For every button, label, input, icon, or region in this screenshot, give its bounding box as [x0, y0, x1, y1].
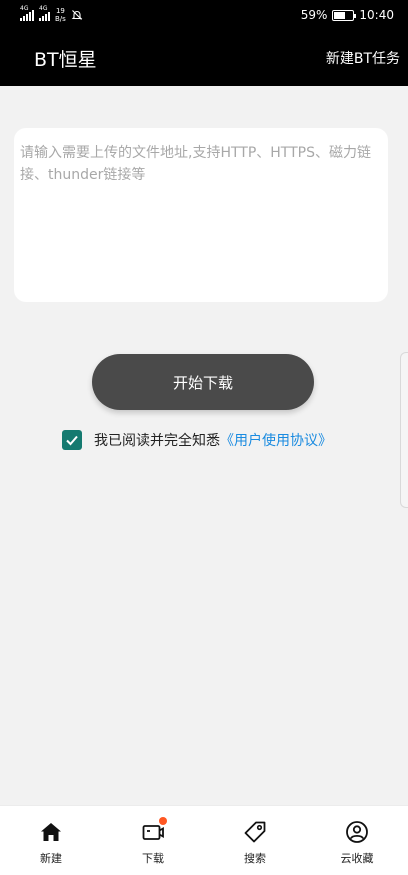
home-icon [39, 820, 63, 844]
user-circle-icon [345, 820, 369, 844]
tag-icon [243, 820, 267, 844]
net-speed-value: 19 [55, 7, 65, 15]
url-input-card [14, 128, 388, 302]
url-input[interactable] [20, 142, 382, 292]
nav-label-download: 下载 [142, 852, 164, 865]
net-speed: 19 B/s [55, 7, 66, 23]
nav-label-cloud-favorites: 云收藏 [340, 852, 374, 865]
nav-label-new: 新建 [40, 852, 62, 865]
notification-badge [159, 817, 167, 825]
nav-item-new[interactable]: 新建 [0, 806, 102, 875]
status-right: 59% 10:40 [301, 8, 394, 22]
new-bt-task-button[interactable]: 新建BT任务 [326, 48, 400, 68]
nav-item-search[interactable]: 搜索 [204, 806, 306, 875]
status-left: 4G 4G 19 B/s [20, 5, 83, 23]
app-bar: BT恒星 新建BT任务 [0, 30, 408, 86]
user-agreement-link[interactable]: 《用户使用协议》 [220, 433, 332, 449]
nav-item-download[interactable]: 下载 [102, 806, 204, 875]
battery-icon [332, 9, 357, 21]
battery-percent: 59% [300, 8, 328, 22]
bottom-nav: 新建 下载 搜索 云收藏 [0, 805, 408, 875]
checkmark-icon [66, 435, 78, 446]
nav-label-search: 搜索 [244, 852, 266, 865]
nav-item-cloud-favorites[interactable]: 云收藏 [306, 806, 408, 875]
page-title: BT恒星 [34, 48, 97, 71]
net-speed-unit: B/s [55, 15, 66, 23]
side-drawer-handle[interactable] [400, 352, 408, 508]
signal-icon: 4G [20, 5, 34, 21]
status-bar: 4G 4G 19 B/s 59% 10:40 [0, 0, 408, 30]
clock: 10:40 [359, 8, 394, 22]
signal-icon-2: 4G [39, 5, 50, 21]
agreement-text: 我已阅读并完全知悉《用户使用协议》 [94, 430, 332, 450]
bell-off-icon [71, 10, 83, 20]
agreement-row: 我已阅读并完全知悉《用户使用协议》 [62, 429, 332, 451]
signal-tag-2: 4G [39, 4, 48, 12]
agreement-label: 我已阅读并完全知悉 [94, 433, 220, 449]
signal-tag: 4G [20, 4, 29, 12]
agreement-checkbox[interactable] [62, 430, 82, 450]
start-download-button[interactable]: 开始下载 [92, 354, 314, 410]
download-camera-icon [141, 817, 167, 844]
